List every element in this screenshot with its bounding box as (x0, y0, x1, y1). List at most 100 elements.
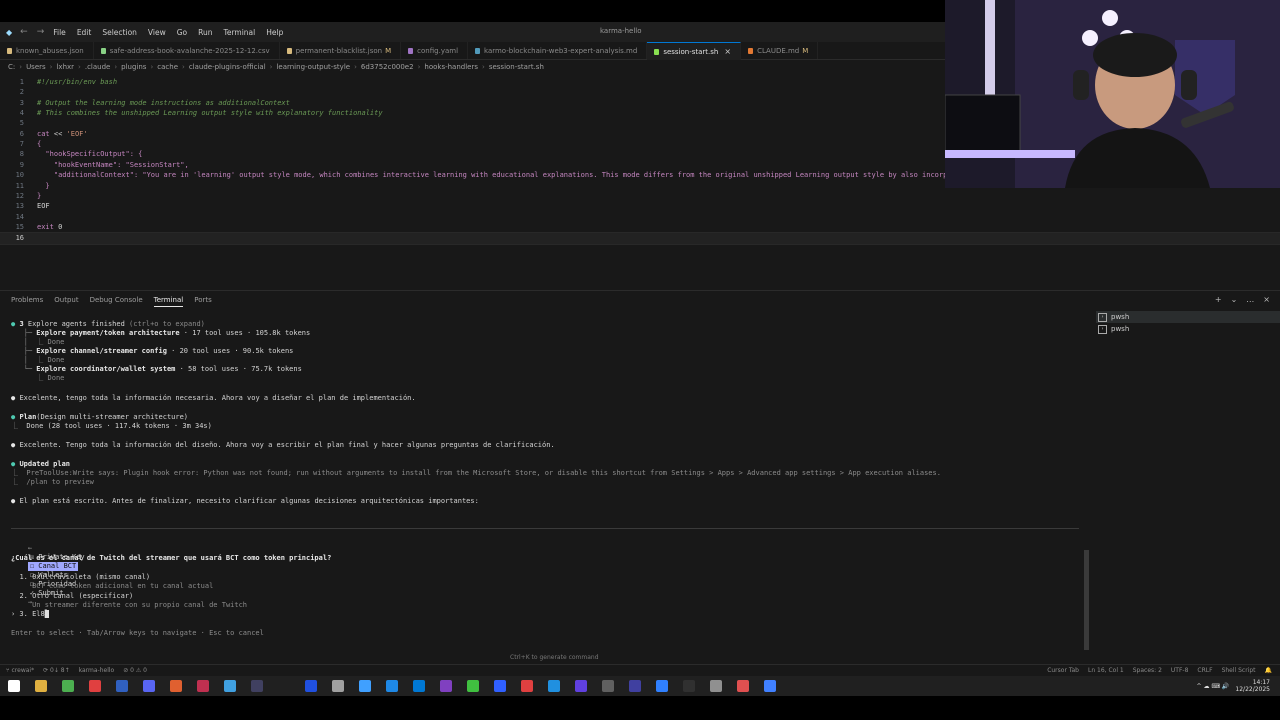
editor-tab[interactable]: CLAUDE.md M (741, 42, 819, 59)
nav-canal-bct[interactable]: ☐ Canal BCT (27, 562, 79, 571)
taskbar-app-icon[interactable] (764, 680, 776, 692)
editor-tab[interactable]: karmo-blockchain-web3-expert-analysis.md (468, 42, 648, 59)
tray-icons[interactable]: ^ ☁ ⌨ 🔊 (1197, 683, 1230, 690)
status-problems[interactable]: ⊘ 0 ⚠ 0 (123, 667, 147, 674)
taskbar-app-icon[interactable] (629, 680, 641, 692)
breadcrumb-item[interactable]: Users (26, 63, 46, 71)
taskbar-app-icon[interactable] (62, 680, 74, 692)
breadcrumb-item[interactable]: lxhxr (56, 63, 74, 71)
status-encoding[interactable]: UTF-8 (1171, 667, 1189, 674)
tab-output[interactable]: Output (54, 296, 78, 307)
code-token: # Output the learning mode instructions … (37, 98, 290, 107)
taskbar-app-icon[interactable] (305, 680, 317, 692)
taskbar-app-icon[interactable] (440, 680, 452, 692)
taskbar-app-icon[interactable] (494, 680, 506, 692)
taskbar-app-icon[interactable] (602, 680, 614, 692)
taskbar-app-icon[interactable] (548, 680, 560, 692)
menu-edit[interactable]: Edit (77, 28, 92, 37)
terminal-scrollbar[interactable] (1084, 550, 1089, 650)
taskbar-app-icon[interactable] (683, 680, 695, 692)
status-language[interactable]: Shell Script (1222, 667, 1256, 674)
tab-terminal[interactable]: Terminal (153, 296, 184, 307)
breadcrumb-item[interactable]: hooks-handlers (424, 63, 478, 71)
panel-tabs: Problems Output Debug Console Terminal P… (11, 296, 223, 307)
breadcrumb-item[interactable]: cache (157, 63, 178, 71)
terminal-icon: › (1098, 312, 1107, 322)
breadcrumb-item[interactable]: 6d3752c000e2 (361, 63, 414, 71)
menu-run[interactable]: Run (198, 28, 212, 37)
breadcrumb-item[interactable]: .claude (85, 63, 111, 71)
start-menu-icon[interactable] (8, 680, 20, 692)
clock[interactable]: 14:17 12/22/2025 (1235, 679, 1270, 693)
taskbar-app-icon[interactable] (467, 680, 479, 692)
bell-icon[interactable]: 🔔 (1265, 667, 1272, 674)
back-arrow-icon[interactable]: ← (20, 27, 28, 37)
terminal-output[interactable]: ● 3 Explore agents finished (ctrl+o to e… (11, 320, 1086, 650)
breadcrumb-item[interactable]: claude-plugins-official (189, 63, 266, 71)
taskbar-app-icon[interactable] (116, 680, 128, 692)
close-panel-icon[interactable]: × (1263, 295, 1270, 304)
taskbar-app-icon[interactable] (170, 680, 182, 692)
menu-terminal[interactable]: Terminal (224, 28, 256, 37)
nav-left-arrow[interactable]: ← (28, 544, 32, 552)
code-token: #!/usr/bin/env bash (37, 78, 118, 86)
menu-selection[interactable]: Selection (102, 28, 137, 37)
editor-tab[interactable]: config.yaml (401, 42, 469, 59)
tab-problems[interactable]: Problems (11, 296, 43, 307)
taskbar-app-icon[interactable] (89, 680, 101, 692)
editor-tab[interactable]: session-start.sh × (647, 42, 742, 60)
taskbar-app-icon[interactable] (278, 680, 290, 692)
taskbar-app-icon[interactable] (224, 680, 236, 692)
editor-tab[interactable]: safe-address-book-avalanche-2025-12-12.c… (94, 42, 280, 59)
option-3-input[interactable]: › 3. El8▌ (11, 610, 49, 619)
status-indent[interactable]: Spaces: 2 (1133, 667, 1162, 674)
terminal-item[interactable]: › pwsh (1096, 323, 1280, 335)
menu-view[interactable]: View (148, 28, 166, 37)
status-workspace[interactable]: karma-hello (79, 667, 115, 674)
option-2[interactable]: 2. Otro canal (especificar) (11, 592, 133, 601)
code-token: } (37, 181, 50, 190)
taskbar-app-icon[interactable] (575, 680, 587, 692)
more-icon[interactable]: … (1246, 295, 1254, 304)
breadcrumb-separator-icon: › (49, 63, 53, 71)
taskbar-app-icon[interactable] (251, 680, 263, 692)
new-terminal-icon[interactable]: + (1215, 295, 1222, 304)
tab-ports[interactable]: Ports (194, 296, 212, 307)
status-cursor-tab[interactable]: Cursor Tab (1047, 667, 1079, 674)
forward-arrow-icon[interactable]: → (37, 27, 45, 37)
menu-help[interactable]: Help (266, 28, 283, 37)
menu-go[interactable]: Go (177, 28, 187, 37)
editor-tab[interactable]: permanent-blacklist.json M (280, 42, 402, 59)
close-icon[interactable]: × (724, 47, 731, 56)
breadcrumb-item[interactable]: session-start.sh (489, 63, 544, 71)
option-1[interactable]: 1. 0xultravioleta (mismo canal) (11, 573, 150, 582)
breadcrumb-item[interactable]: plugins (121, 63, 146, 71)
taskbar-app-icon[interactable] (656, 680, 668, 692)
taskbar-app-icon[interactable] (332, 680, 344, 692)
breadcrumb-item[interactable]: learning-output-style (276, 63, 350, 71)
tab-debug-console[interactable]: Debug Console (90, 296, 143, 307)
terminal-item[interactable]: › pwsh (1096, 311, 1280, 323)
menu-file[interactable]: File (53, 28, 66, 37)
taskbar-app-icon[interactable] (413, 680, 425, 692)
taskbar-app-icon[interactable] (35, 680, 47, 692)
plan-done: ⎿ Done (28 tool uses · 117.4k tokens · 3… (11, 422, 212, 430)
status-sync[interactable]: ⟳ 0↓ 8↑ (43, 667, 70, 674)
taskbar-app-icon[interactable] (710, 680, 722, 692)
editor-tab[interactable]: known_abuses.json (0, 42, 94, 59)
taskbar-app-icon[interactable] (521, 680, 533, 692)
breadcrumb-item[interactable]: C: (8, 63, 15, 71)
taskbar-app-icon[interactable] (737, 680, 749, 692)
code-token: << (53, 129, 67, 138)
status-eol[interactable]: CRLF (1197, 667, 1212, 674)
tab-label: safe-address-book-avalanche-2025-12-12.c… (109, 46, 270, 55)
status-branch[interactable]: ⑂ crewai* (6, 667, 34, 674)
code-text: EOF (37, 201, 50, 211)
taskbar-app-icon[interactable] (359, 680, 371, 692)
status-position[interactable]: Ln 16, Col 1 (1088, 667, 1124, 674)
chevron-down-icon[interactable]: ⌄ (1231, 295, 1238, 304)
taskbar-app-icon[interactable] (386, 680, 398, 692)
taskbar-app-icon[interactable] (143, 680, 155, 692)
taskbar-app-icon[interactable] (197, 680, 209, 692)
code-text: { (37, 139, 41, 149)
